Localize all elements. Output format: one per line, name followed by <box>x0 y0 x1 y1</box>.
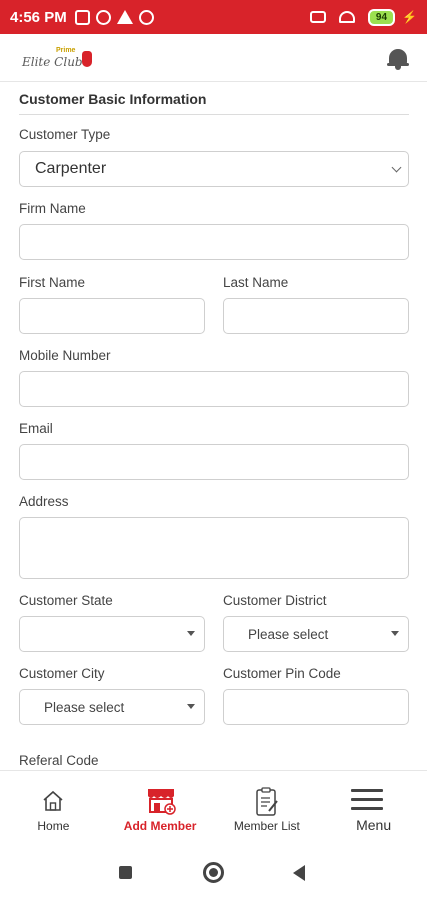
email-input[interactable] <box>19 444 409 480</box>
customer-district-label: Customer District <box>223 593 327 608</box>
customer-district-select[interactable]: Please select <box>223 616 409 652</box>
add-store-icon <box>147 789 176 815</box>
customer-type-label: Customer Type <box>19 127 111 142</box>
recent-apps-icon[interactable] <box>119 866 132 879</box>
nav-menu[interactable]: Menu <box>320 771 427 842</box>
app-notification-icon <box>138 9 154 25</box>
bottom-nav: Home Add Member Member List Menu <box>0 770 427 842</box>
customer-city-select[interactable]: Please select <box>19 689 205 725</box>
mobile-number-label: Mobile Number <box>19 348 111 363</box>
battery-icon: 94 <box>367 8 396 26</box>
sim-icon <box>309 11 326 23</box>
chevron-down-icon <box>391 162 402 173</box>
customer-state-select[interactable] <box>19 616 205 652</box>
notification-icon <box>74 9 90 25</box>
mobile-number-input[interactable] <box>19 371 409 407</box>
app-header: Prime Elite Club <box>0 34 427 82</box>
customer-city-label: Customer City <box>19 666 105 681</box>
section-title: Customer Basic Information <box>19 91 207 107</box>
firm-name-input[interactable] <box>19 224 409 260</box>
customer-state-label: Customer State <box>19 593 113 608</box>
customer-type-select[interactable]: Carpenter <box>19 151 409 187</box>
system-navigation-bar <box>0 842 427 900</box>
customer-form: Customer Basic Information Customer Type… <box>0 82 427 770</box>
district-placeholder: Please select <box>248 627 329 642</box>
caret-down-icon <box>391 631 399 636</box>
nav-menu-label: Menu <box>356 817 392 833</box>
last-name-input[interactable] <box>223 298 409 334</box>
customer-type-value: Carpenter <box>35 160 107 177</box>
address-textarea[interactable] <box>19 517 409 579</box>
section-divider <box>19 114 409 115</box>
address-label: Address <box>19 494 69 509</box>
nav-home-label: Home <box>37 819 70 833</box>
caret-down-icon <box>187 704 195 709</box>
nav-home[interactable]: Home <box>0 771 107 842</box>
city-placeholder: Please select <box>44 700 125 715</box>
first-name-input[interactable] <box>19 298 205 334</box>
clipboard-list-icon <box>255 787 278 816</box>
email-label: Email <box>19 421 53 436</box>
warning-icon <box>116 10 133 24</box>
hamburger-menu-icon <box>351 789 384 811</box>
customer-pin-code-label: Customer Pin Code <box>223 666 341 681</box>
home-icon <box>43 790 63 811</box>
status-bar: 4:56 PM 94 ⚡ <box>0 0 427 34</box>
wifi-icon <box>338 11 355 23</box>
nav-member-list[interactable]: Member List <box>214 771 321 842</box>
nav-member-list-label: Member List <box>233 819 300 833</box>
elite-club-logo: Prime Elite Club <box>18 41 92 75</box>
nav-add-member[interactable]: Add Member <box>107 771 214 842</box>
notification-bell-icon[interactable] <box>387 46 409 70</box>
customer-pin-code-input[interactable] <box>223 689 409 725</box>
caret-down-icon <box>187 631 195 636</box>
referral-code-label: Referal Code <box>19 753 99 768</box>
home-button-icon[interactable] <box>203 862 224 883</box>
status-time: 4:56 PM <box>10 8 67 26</box>
last-name-label: Last Name <box>223 275 289 290</box>
nav-add-member-label: Add Member <box>123 819 197 833</box>
charging-icon: ⚡ <box>402 10 417 24</box>
sync-icon <box>95 9 111 25</box>
firm-name-label: Firm Name <box>19 201 86 216</box>
back-icon[interactable] <box>293 865 305 881</box>
first-name-label: First Name <box>19 275 86 290</box>
